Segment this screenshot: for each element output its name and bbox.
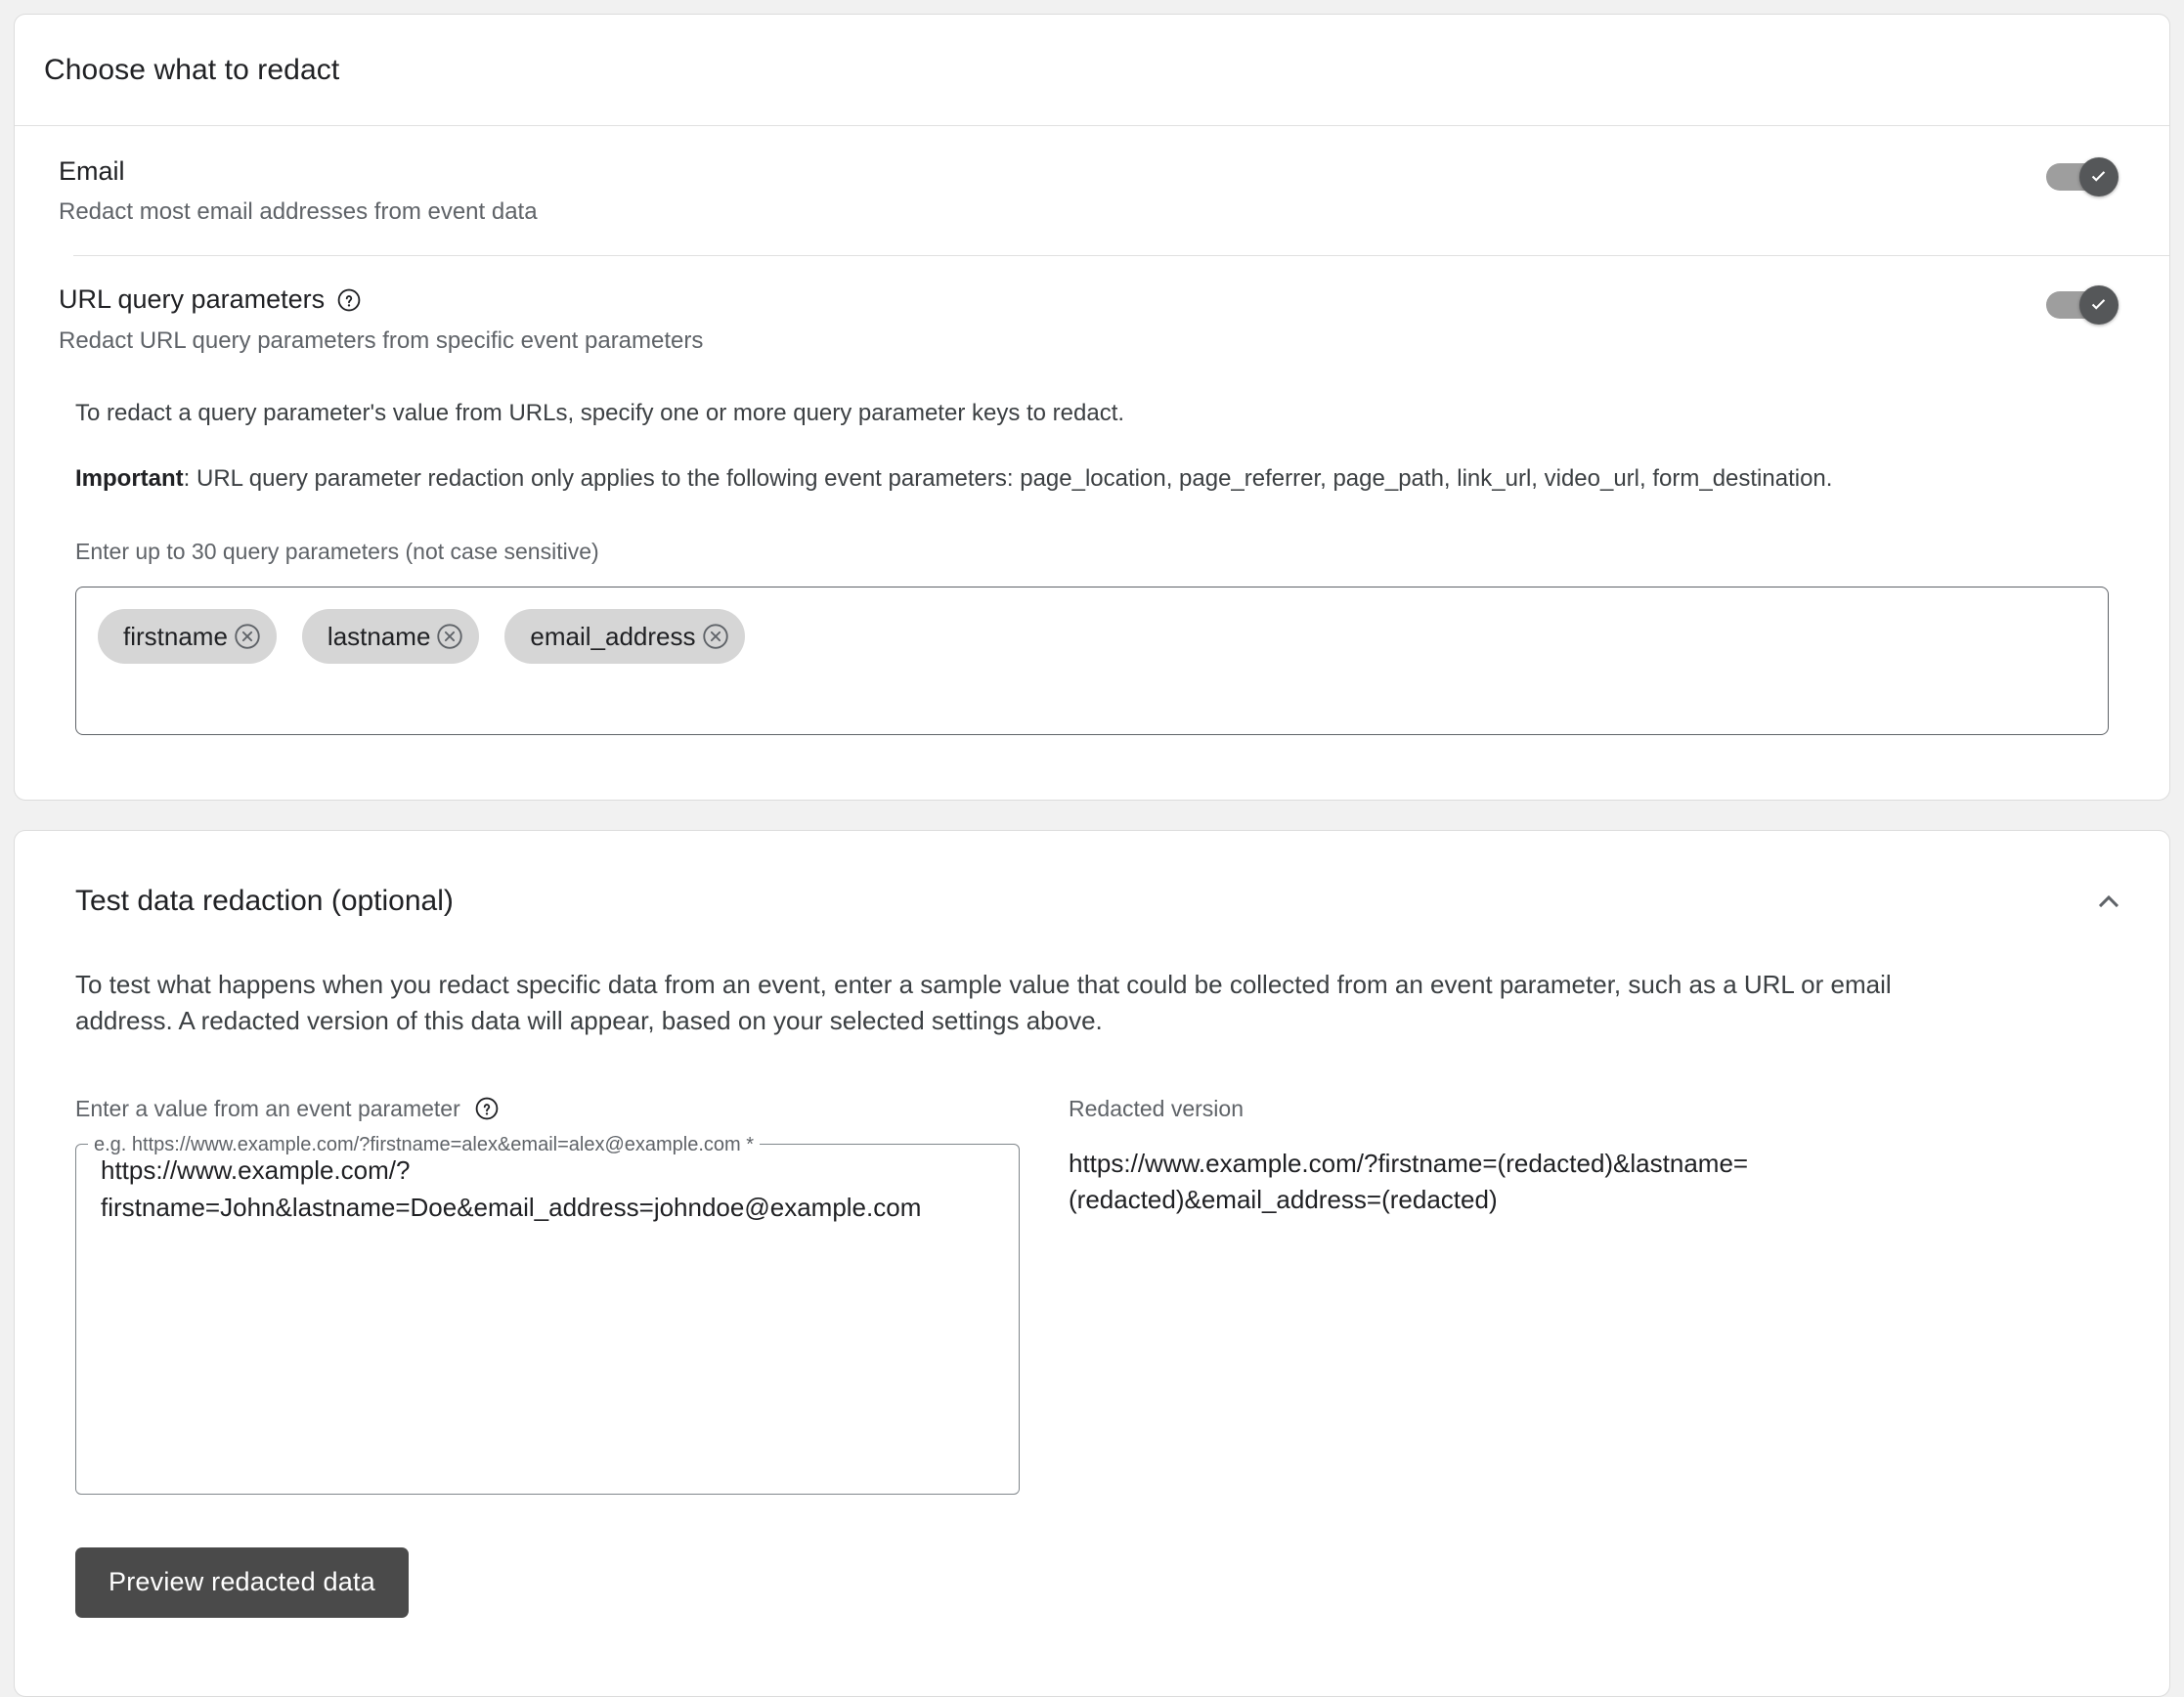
page-title: Choose what to redact <box>44 53 340 86</box>
test-section-title: Test data redaction (optional) <box>75 885 454 918</box>
setting-texts-url: URL query parameters Redact URL query pa… <box>59 283 2046 355</box>
setting-row-url-query-parameters: URL query parameters Redact URL query pa… <box>15 256 2169 355</box>
setting-title-email: Email <box>59 155 2046 187</box>
button-row: Preview redacted data <box>15 1546 2169 1618</box>
close-circle-icon[interactable] <box>700 621 731 652</box>
chip-label: email_address <box>530 621 696 651</box>
redacted-column: Redacted version https://www.example.com… <box>1020 1096 2169 1495</box>
textarea-value[interactable]: https://www.example.com/? firstname=John… <box>101 1153 1002 1226</box>
check-icon <box>2087 293 2111 317</box>
input-label-text: Enter a value from an event parameter <box>75 1095 460 1121</box>
redacted-version-value: https://www.example.com/?firstname=(reda… <box>1069 1148 1749 1214</box>
help-circle-icon[interactable] <box>336 287 362 313</box>
setting-title-label-email: Email <box>59 156 125 186</box>
important-note: Important: URL query parameter redaction… <box>15 463 2169 494</box>
setting-title-url: URL query parameters <box>59 283 2046 315</box>
textarea-legend: e.g. https://www.example.com/?firstname=… <box>94 1133 755 1155</box>
help-circle-icon[interactable] <box>474 1096 500 1121</box>
toggle-thumb <box>2079 157 2118 196</box>
preview-redacted-data-button[interactable]: Preview redacted data <box>75 1546 409 1618</box>
test-data-redaction-card: Test data redaction (optional) To test w… <box>14 830 2170 1697</box>
toggle-thumb <box>2079 285 2118 326</box>
page-root: Choose what to redact Email Redact most … <box>0 0 2184 1697</box>
card-bottom-spacer <box>15 735 2169 800</box>
query-parameters-input[interactable]: firstname lastname email_address <box>75 587 2109 736</box>
setting-texts-email: Email Redact most email addresses from e… <box>59 155 2046 227</box>
check-icon <box>2087 165 2111 189</box>
setting-description-email: Redact most email addresses from event d… <box>59 198 538 226</box>
toggle-email[interactable] <box>2046 157 2118 196</box>
test-section-intro: To test what happens when you redact spe… <box>75 970 1892 1036</box>
close-circle-icon[interactable] <box>232 621 263 652</box>
input-column: Enter a value from an event parameter e.… <box>75 1096 1020 1495</box>
chip-email-address[interactable]: email_address <box>504 609 745 665</box>
chip-firstname[interactable]: firstname <box>98 609 277 665</box>
chip-label: firstname <box>123 621 228 651</box>
setting-row-email: Email Redact most email addresses from e… <box>15 126 2169 227</box>
test-card-header[interactable]: Test data redaction (optional) <box>15 831 2169 929</box>
chip-lastname[interactable]: lastname <box>301 609 480 665</box>
chip-label: lastname <box>327 621 431 651</box>
redacted-version-label: Redacted version <box>1069 1095 1244 1121</box>
test-columns: Enter a value from an event parameter e.… <box>15 1096 2169 1495</box>
setting-description-url: Redact URL query parameters from specifi… <box>59 326 704 354</box>
chevron-up-icon[interactable] <box>2081 874 2136 929</box>
choose-what-to-redact-card: Choose what to redact Email Redact most … <box>14 14 2170 802</box>
important-label: Important <box>75 464 184 492</box>
toggle-url-query-parameters[interactable] <box>2046 285 2118 326</box>
card-bottom-spacer <box>15 1618 2169 1696</box>
event-parameter-textarea[interactable]: e.g. https://www.example.com/?firstname=… <box>75 1133 1020 1495</box>
event-parameter-input-label: Enter a value from an event parameter <box>75 1096 1020 1122</box>
setting-title-label-url: URL query parameters <box>59 284 326 315</box>
lead-text: To redact a query parameter's value from… <box>75 399 1125 426</box>
card-header: Choose what to redact <box>15 15 2169 126</box>
close-circle-icon[interactable] <box>434 621 465 652</box>
important-text: : URL query parameter redaction only app… <box>183 464 1833 492</box>
chips-field-label: Enter up to 30 query parameters (not cas… <box>75 539 599 565</box>
